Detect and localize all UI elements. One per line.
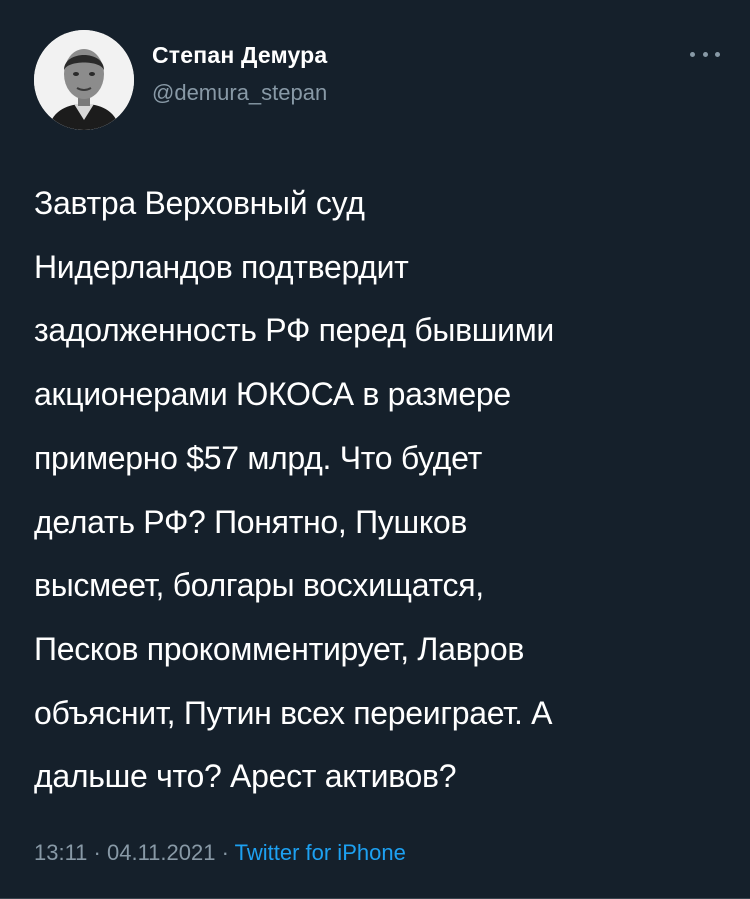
tweet-text: Завтра Верховный суд Нидерландов подтвер… [34, 185, 555, 795]
more-horizontal-icon[interactable] [690, 44, 720, 64]
tweet-meta: 13:11 · 04.11.2021 · Twitter for iPhone [34, 840, 406, 866]
author-name[interactable]: Степан Демура [152, 42, 327, 69]
avatar-photo [34, 30, 134, 130]
avatar[interactable] [34, 30, 134, 130]
meta-separator: · [215, 840, 235, 865]
more-dot [715, 51, 720, 57]
more-dot [702, 51, 708, 57]
tweet-date[interactable]: 04.11.2021 [107, 840, 215, 865]
meta-separator: · [87, 840, 107, 865]
more-dot [690, 51, 695, 57]
tweet-source-link[interactable]: Twitter for iPhone [235, 840, 406, 865]
author-handle[interactable]: @demura_stepan [152, 80, 327, 106]
tweet-card: Степан Демура @demura_stepan Завтра Верх… [0, 0, 750, 899]
tweet-time[interactable]: 13:11 [34, 840, 87, 865]
